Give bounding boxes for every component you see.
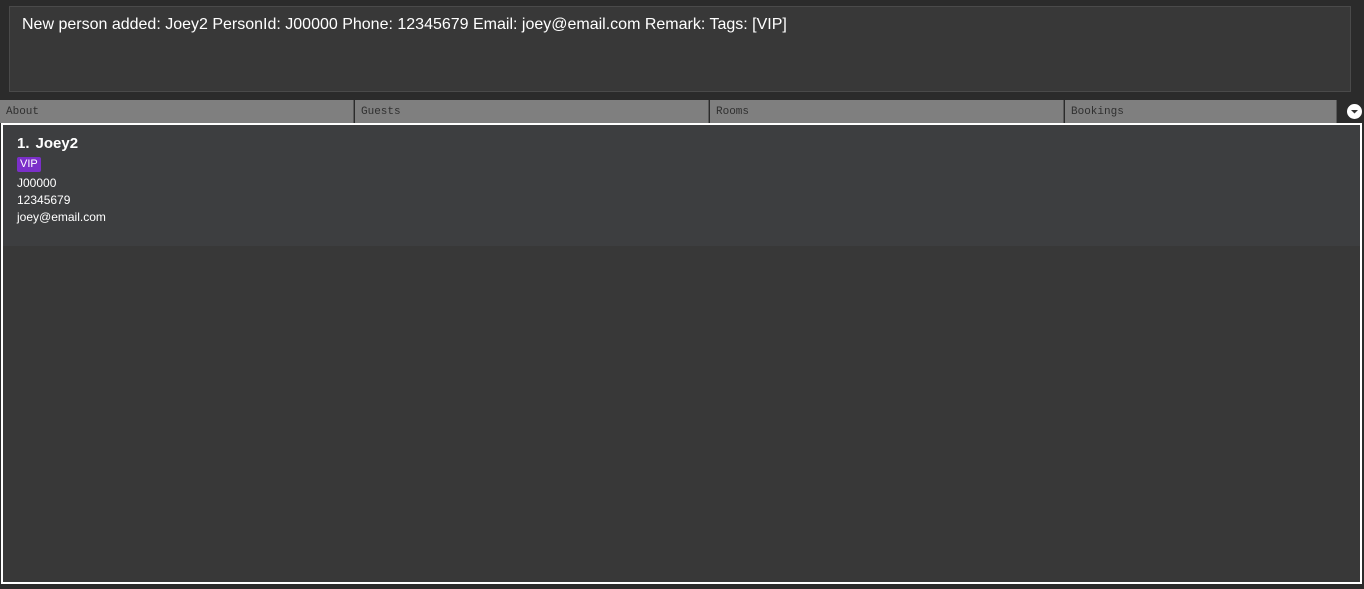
tab-guests[interactable]: Guests [355,100,709,123]
tab-bar: About Guests Rooms Bookings [0,100,1364,124]
person-id: J00000 [17,176,57,190]
person-name-row: 1. Joey2 [17,135,78,152]
person-name: Joey2 [35,135,79,152]
tab-rooms[interactable]: Rooms [710,100,1064,123]
app-window: New person added: Joey2 PersonId: J00000… [0,0,1364,589]
person-list-panel[interactable]: 1. Joey2 VIP J00000 12345679 joey@email.c… [1,123,1362,584]
tab-about[interactable]: About [0,100,354,123]
tab-bookings[interactable]: Bookings [1065,100,1337,123]
person-phone: 12345679 [17,193,71,207]
person-email: joey@email.com [17,210,106,224]
tag-badge: VIP [17,157,41,172]
person-card[interactable]: 1. Joey2 VIP J00000 12345679 joey@email.c… [3,125,1360,246]
command-result-box[interactable]: New person added: Joey2 PersonId: J00000… [9,6,1351,92]
chevron-down-icon[interactable] [1347,104,1362,119]
person-index: 1. [17,135,30,152]
command-result-text: New person added: Joey2 PersonId: J00000… [22,16,787,33]
